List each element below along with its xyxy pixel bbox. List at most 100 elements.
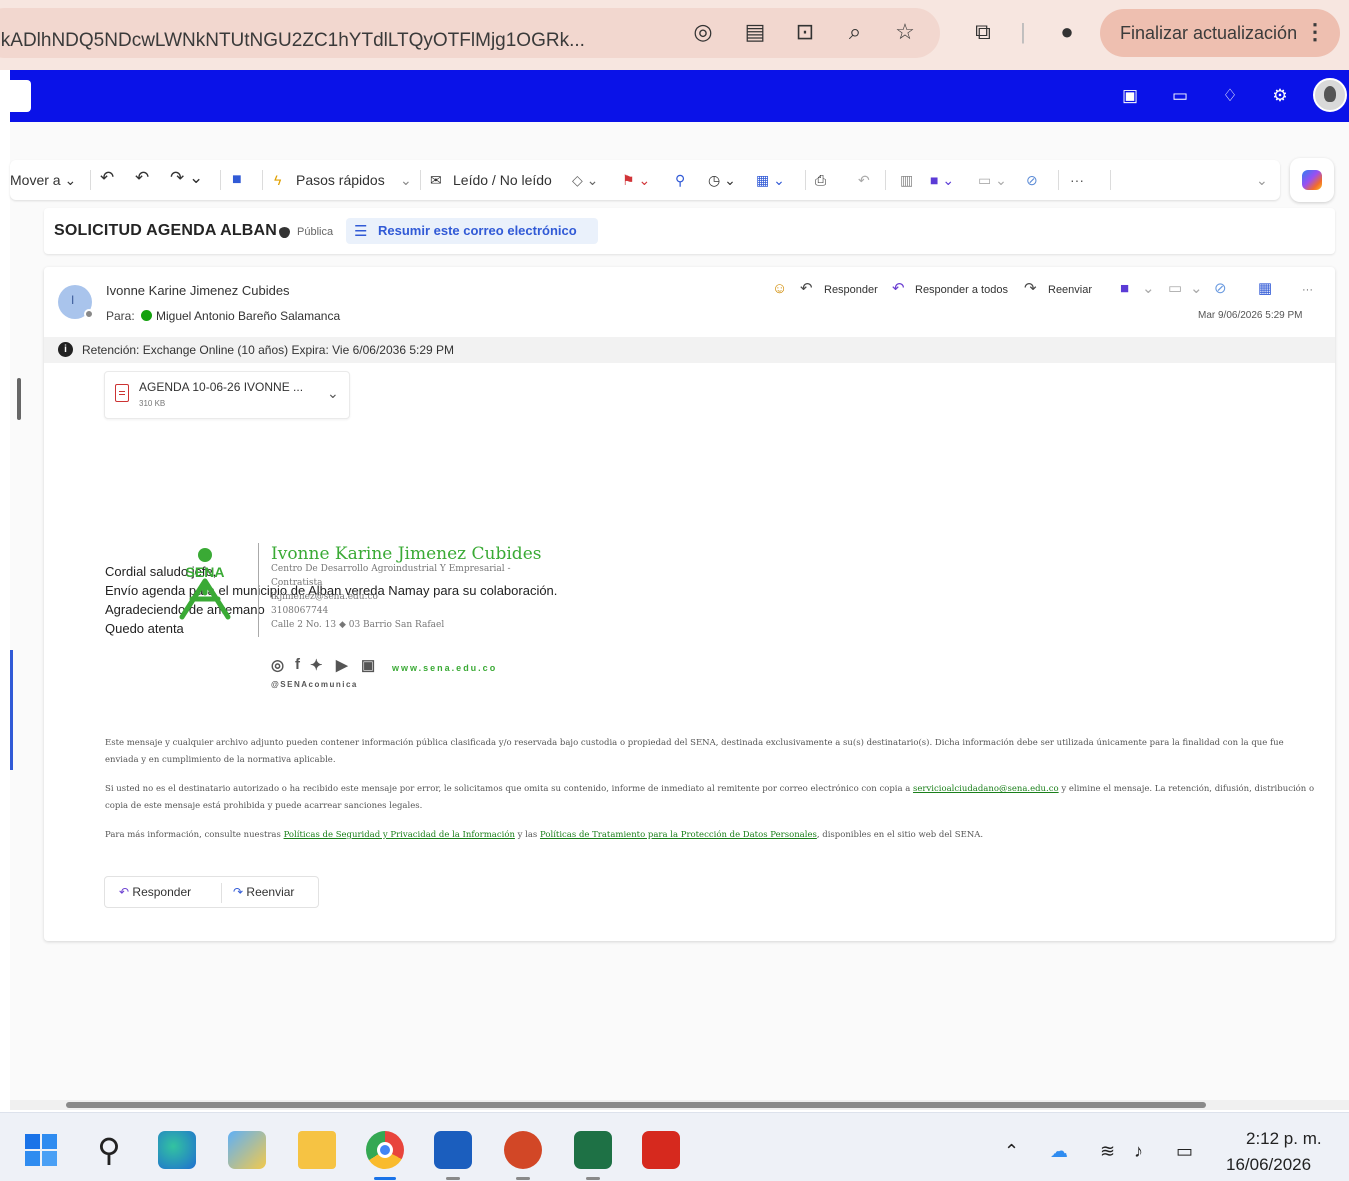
ribbon-separator [420,170,421,190]
acrobat-icon[interactable] [642,1131,680,1169]
account-avatar[interactable] [1313,78,1347,112]
sender-name[interactable]: Ivonne Karine Jimenez Cubides [106,283,290,298]
signature-email[interactable]: ikjimenez@sena.edu.co [271,592,378,602]
recipient-name[interactable]: Miguel Antonio Bareño Salamanca [156,309,340,323]
flag-icon[interactable]: ⚑ ⌄ [622,170,650,190]
sena-logo-text: SENA [186,564,225,580]
chrome-icon[interactable] [366,1131,404,1169]
sensitivity-label[interactable]: Pública [297,226,333,238]
data-protection-policy-link[interactable]: Políticas de Tratamiento para la Protecc… [540,830,817,840]
finish-update-button[interactable]: Finalizar actualización ⋮ [1100,9,1340,57]
chevron-down-icon[interactable]: ⌄ [327,385,339,402]
reply-all-icon[interactable]: ↶ [892,280,905,298]
edge-icon[interactable] [158,1131,196,1169]
teams-share-icon[interactable]: ■ [232,170,242,190]
powerpoint-icon[interactable] [504,1131,542,1169]
bookmark-star-icon[interactable]: ☆ [890,17,920,47]
undo-icon[interactable]: ↶ [858,170,870,190]
reply-button[interactable]: Responder [824,282,878,298]
store-icon[interactable] [228,1131,266,1169]
wifi-icon[interactable]: ≋ [1100,1141,1115,1162]
emoji-reaction-icon[interactable]: ☺ [772,280,787,298]
quick-steps-label[interactable]: Pasos rápidos [296,170,385,190]
ribbon-collapse-icon[interactable]: ⌄ [1256,170,1268,190]
app-indicator [586,1177,600,1180]
excel-icon[interactable] [574,1131,612,1169]
taskbar: ⚲ ⌃ ☁ ≋ ♪ ▭ 2:12 p. m. 16/06/2026 [0,1112,1349,1181]
zoom-icon[interactable]: ⌕ [840,17,870,47]
volume-icon[interactable]: ♪ [1134,1141,1143,1162]
reply-all-icon[interactable]: ↶ [135,168,149,188]
footer-reply-button[interactable]: ↶ Responder [119,885,191,899]
horizontal-scrollbar[interactable] [10,1100,1349,1110]
signature-website[interactable]: www.sena.edu.co [392,663,497,673]
battery-icon[interactable]: ▭ [1176,1141,1193,1162]
forward-icon[interactable]: ↷ [1024,280,1037,298]
signature-phone: 3108067744 [271,606,329,616]
browser-menu-icon[interactable]: ⋮ [1304,19,1326,45]
search-input[interactable] [10,80,31,112]
extensions-icon[interactable]: ⧉ [968,17,998,47]
linkedin-icon[interactable]: ▣ [361,656,375,674]
clipboard-icon[interactable]: ▤ [740,17,770,47]
dropdown-chevron-icon[interactable]: ⌄ [1142,280,1155,298]
bell-icon[interactable]: ♢ [1218,84,1242,108]
address-bar-url[interactable]: QkADlhNDQ5NDcwLWNkNTUtNGU2ZC1hYTdlLTQyOT… [0,30,585,52]
zoom-icon[interactable]: ▭ [1168,280,1182,298]
forward-icon[interactable]: ↷ ⌄ [170,168,203,188]
quick-steps-dropdown[interactable]: ⌄ [400,170,412,190]
file-explorer-icon[interactable] [298,1131,336,1169]
viva-icon[interactable]: ⊘ [1026,170,1038,190]
twitter-icon[interactable]: ✦ [310,656,323,674]
signature-divider [258,543,259,637]
citizen-service-email-link[interactable]: servicioalciudadano@sena.edu.co [913,784,1059,794]
onedrive-icon[interactable]: ☁ [1050,1141,1068,1162]
reply-icon[interactable]: ↶ [100,168,114,188]
feedback-icon[interactable]: ▭ [1168,84,1192,108]
chrome-icon-center [377,1142,393,1158]
move-to-button[interactable]: Mover a ⌄ [10,170,76,190]
tag-icon[interactable]: ◇ ⌄ [572,170,598,190]
immersive-reader-icon[interactable]: ▥ [900,170,913,190]
left-pane-scrollbar[interactable] [17,378,21,420]
word-icon[interactable] [434,1131,472,1169]
signature-address: Calle 2 No. 13 ◆ 03 Barrio San Rafael [271,620,445,630]
apps-icon[interactable]: ▦ [1258,280,1272,298]
pin-icon[interactable]: ⚲ [675,170,685,190]
security-policy-link[interactable]: Políticas de Seguridad y Privacidad de l… [284,830,515,840]
more-options-icon[interactable]: ··· [1070,170,1084,190]
disclaimer-text: , disponibles en el sitio web del SENA. [816,830,984,840]
summarize-button[interactable]: ☰ Resumir este correo electrónico [346,218,598,244]
onenote-icon[interactable]: ■ ⌄ [930,170,954,190]
eye-off-icon[interactable]: ◎ [688,17,718,47]
viva-icon[interactable]: ⊘ [1214,280,1227,298]
more-actions-button[interactable]: ··· [1302,282,1313,298]
install-app-icon[interactable]: ⊡ [790,17,820,47]
read-unread-button[interactable]: Leído / No leído [453,170,552,190]
footer-separator [221,883,222,903]
copilot-button[interactable] [1290,158,1334,202]
onenote-icon[interactable]: ■ [1120,280,1129,298]
attachment-card[interactable]: AGENDA 10-06-26 IVONNE ... 310 KB ⌄ [104,371,350,419]
facebook-icon[interactable]: f [295,656,300,673]
windows-start-icon[interactable] [22,1131,60,1169]
search-icon[interactable]: ⚲ [90,1131,128,1169]
reply-all-button[interactable]: Responder a todos [915,282,1008,298]
clock-icon[interactable]: ◷ ⌄ [708,170,736,190]
print-icon[interactable]: ⎙ [815,170,826,190]
move-icon[interactable]: ▦ ⌄ [756,170,785,190]
zoom-dropdown-icon[interactable]: ▭ ⌄ [978,170,1007,190]
forward-button[interactable]: Reenviar [1048,282,1092,298]
footer-forward-button[interactable]: ↷ Reenviar [233,885,294,899]
instagram-icon[interactable]: ◎ [271,656,284,674]
clock-date[interactable]: 16/06/2026 [1226,1155,1311,1175]
youtube-icon[interactable]: ▶ [336,656,348,674]
gear-icon[interactable]: ⚙ [1268,84,1292,108]
clock-time[interactable]: 2:12 p. m. [1246,1129,1322,1149]
profile-icon[interactable]: ● [1052,17,1082,47]
teams-icon[interactable]: ▣ [1118,84,1142,108]
chevron-up-icon[interactable]: ⌃ [1004,1141,1019,1162]
reply-icon[interactable]: ↶ [800,280,813,298]
dropdown-chevron-icon[interactable]: ⌄ [1190,280,1203,298]
scrollbar-thumb[interactable] [66,1102,1206,1108]
